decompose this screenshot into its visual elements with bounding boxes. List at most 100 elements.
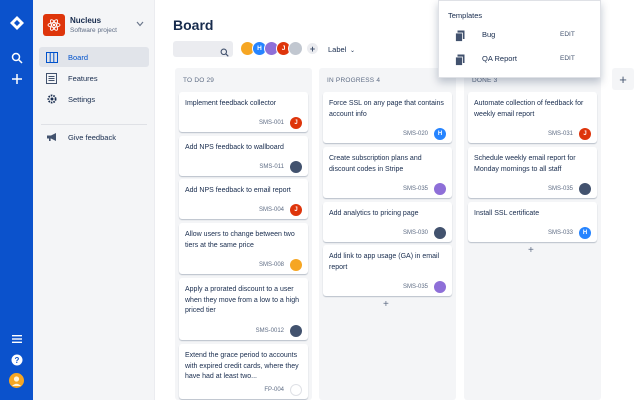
global-nav-rail: ? [0, 0, 33, 400]
templates-popup: Templates Bug EDIT QA Report EDIT [438, 0, 601, 78]
card-summary: Install SSL certificate [474, 210, 540, 217]
column-title: DONE [472, 77, 492, 84]
column-count: 4 [376, 77, 381, 84]
sidebar-item-label: Settings [68, 94, 96, 104]
issue-card[interactable]: Force SSL on any page that contains acco… [323, 92, 452, 143]
card-key: SMS-031 [547, 131, 573, 137]
issue-card[interactable]: Apply a prorated discount to a user when… [179, 278, 308, 340]
copy-icon [455, 29, 465, 47]
sidebar-item-give-feedback[interactable]: Give feedback [39, 127, 149, 147]
jira-logo-icon[interactable] [8, 14, 25, 31]
card-summary: Allow users to change between two tiers … [185, 231, 295, 249]
sidebar-item-label: Features [68, 73, 98, 83]
sidebar-item-label: Board [68, 52, 89, 62]
avatar: J [579, 128, 591, 140]
issue-card[interactable]: Schedule weekly email report for Monday … [468, 147, 597, 198]
board-column-in-progress: IN PROGRESS 4 Force SSL on any page that… [319, 68, 456, 400]
project-type: Software project [70, 27, 117, 34]
avatar [290, 259, 302, 271]
card-key: SMS-0012 [255, 328, 284, 334]
template-name: QA Report [482, 54, 518, 63]
card-key: SMS-004 [258, 207, 284, 213]
column-count: 3 [493, 77, 498, 84]
template-item-bug[interactable]: Bug EDIT [439, 25, 600, 45]
card-key: SMS-035 [547, 186, 573, 192]
issue-card[interactable]: Allow users to change between two tiers … [179, 223, 308, 274]
svg-text:?: ? [14, 356, 19, 365]
card-key: SMS-008 [258, 262, 284, 268]
card-summary: Add analytics to pricing page [329, 210, 419, 217]
features-icon [45, 72, 58, 85]
issue-card[interactable]: Create subscription plans and discount c… [323, 147, 452, 198]
card-key: SMS-035 [402, 284, 428, 290]
issue-card[interactable]: Add analytics to pricing page SMS-030 [323, 202, 452, 242]
issue-card[interactable]: Add NPS feedback to wallboard SMS-011 [179, 136, 308, 176]
search-icon [220, 44, 229, 62]
issue-card[interactable]: Automate collection of feedback for week… [468, 92, 597, 143]
issue-card[interactable]: Add NPS feedback to email report SMS-004… [179, 179, 308, 219]
avatar [290, 161, 302, 173]
avatar: H [434, 128, 446, 140]
avatar: J [290, 117, 302, 129]
add-people-icon[interactable]: + [306, 42, 319, 55]
avatar [434, 281, 446, 293]
issue-card[interactable]: Install SSL certificate SMS-033 H [468, 202, 597, 242]
sidebar-divider [41, 124, 147, 125]
column-header: TO DO 29 [183, 77, 214, 84]
column-header: DONE 3 [472, 77, 497, 84]
edit-button[interactable]: EDIT [560, 55, 575, 62]
project-name: Nucleus [70, 16, 102, 25]
issue-card[interactable]: Implement feedback collector SMS-001 J [179, 92, 308, 132]
copy-icon [455, 53, 465, 71]
project-switcher[interactable]: Nucleus Software project [43, 14, 153, 40]
board-column-done: DONE 3 Automate collection of feedback f… [464, 68, 601, 400]
avatar [434, 227, 446, 239]
avatar [579, 183, 591, 195]
help-icon[interactable]: ? [8, 351, 25, 368]
label-filter-text: Label [328, 45, 347, 54]
card-key: SMS-033 [547, 230, 573, 236]
card-summary: Extend the grace period to accounts with… [185, 352, 299, 380]
search-icon[interactable] [8, 49, 25, 66]
template-name: Bug [482, 30, 496, 39]
card-summary: Implement feedback collector [185, 100, 277, 107]
page-title: Board [173, 17, 214, 33]
card-summary: Add NPS feedback to email report [185, 187, 291, 194]
label-filter-dropdown[interactable]: Label ⌄ [328, 45, 355, 54]
add-card-button[interactable]: + [383, 299, 389, 310]
board-column-todo: TO DO 29 Implement feedback collector SM… [175, 68, 312, 400]
card-key: SMS-011 [259, 164, 284, 170]
card-key: SMS-001 [258, 120, 284, 126]
card-key: SMS-035 [402, 186, 428, 192]
popup-title: Templates [448, 11, 483, 20]
sidebar-item-features[interactable]: Features [39, 68, 149, 88]
settings-icon [45, 93, 58, 106]
issue-card[interactable]: Extend the grace period to accounts with… [179, 344, 308, 399]
chevron-down-icon [136, 20, 144, 29]
column-title: IN PROGRESS [327, 77, 375, 84]
template-item-qa-report[interactable]: QA Report EDIT [439, 49, 600, 69]
sidebar-item-board[interactable]: Board [39, 47, 149, 67]
chevron-down-icon: ⌄ [348, 48, 356, 54]
search-input[interactable] [173, 41, 233, 57]
sidebar-item-label: Give feedback [68, 132, 116, 142]
avatar: H [579, 227, 591, 239]
user-avatar-icon[interactable] [8, 372, 25, 389]
card-summary: Automate collection of feedback for week… [474, 100, 584, 118]
issue-card[interactable]: Add link to app usage (GA) in email repo… [323, 245, 452, 296]
project-sidebar: Nucleus Software project Board Features … [33, 0, 155, 400]
add-card-button[interactable]: + [528, 245, 534, 256]
sidebar-item-settings[interactable]: Settings [39, 89, 149, 109]
create-plus-icon[interactable] [8, 70, 25, 87]
card-summary: Schedule weekly email report for Monday … [474, 155, 576, 173]
column-title: TO DO [183, 77, 205, 84]
add-column-button[interactable]: + [612, 68, 634, 90]
menu-icon[interactable] [8, 330, 25, 347]
card-summary: Add NPS feedback to wallboard [185, 144, 284, 151]
edit-button[interactable]: EDIT [560, 31, 575, 38]
card-key: SMS-020 [402, 131, 428, 137]
avatar [290, 384, 302, 396]
project-avatar [43, 14, 65, 36]
megaphone-icon [45, 131, 58, 144]
avatar[interactable] [288, 41, 303, 56]
